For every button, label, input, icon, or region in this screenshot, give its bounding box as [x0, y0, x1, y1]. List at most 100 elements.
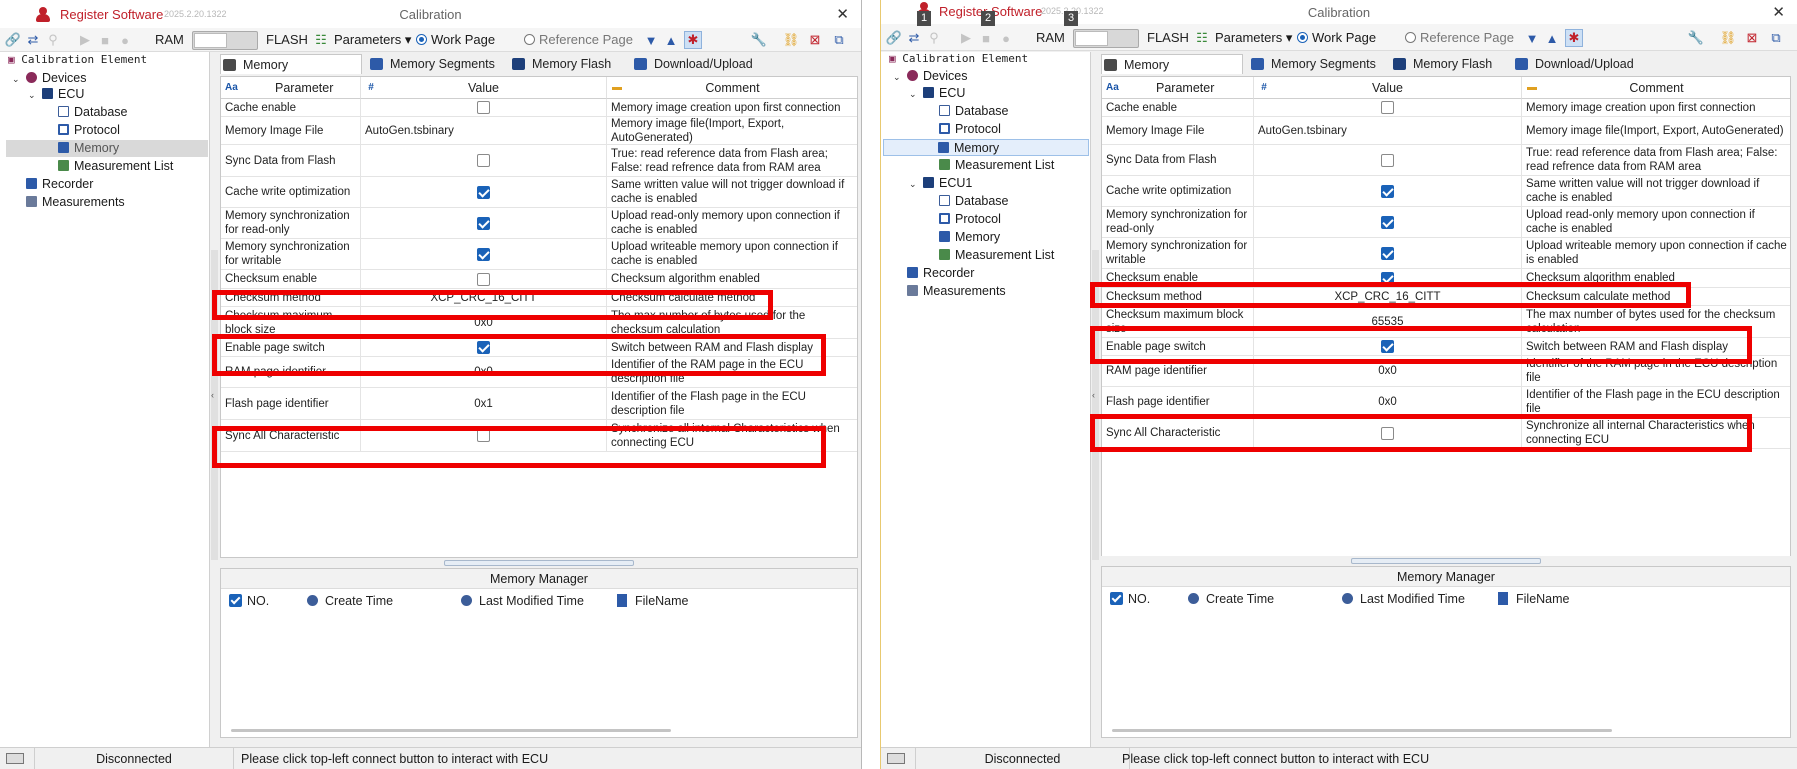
tree-ecu[interactable]: ECU [42, 86, 84, 103]
checkbox[interactable] [1381, 101, 1394, 114]
column-last-modified[interactable]: Last Modified Time [459, 593, 584, 609]
tab-memory-segments[interactable]: Memory Segments [368, 54, 504, 74]
tree-measurements[interactable]: Measurements [26, 194, 125, 211]
column-no[interactable]: NO. [227, 593, 269, 609]
column-filename[interactable]: FileName [1496, 591, 1570, 607]
tab-memory-segments[interactable]: Memory Segments [1249, 54, 1385, 74]
tree-measurement-list-ecu1[interactable]: Measurement List [939, 247, 1054, 264]
chevron-down-icon[interactable]: ⌄ [28, 90, 36, 101]
checkbox[interactable] [477, 272, 490, 286]
tree-memory[interactable]: Memory [6, 140, 208, 157]
checkbox[interactable] [477, 101, 490, 114]
tree-recorder[interactable]: Recorder [907, 265, 974, 282]
debug-bug-icon[interactable]: ✱ [684, 31, 702, 49]
upload-arrow-icon[interactable]: ▲ [662, 31, 680, 49]
tab-download-upload[interactable]: Download/Upload [632, 54, 772, 74]
value-cell[interactable]: 0x1 [361, 388, 607, 420]
checkbox[interactable] [1381, 246, 1394, 260]
tab-memory-flash[interactable]: Memory Flash [1391, 54, 1509, 74]
tree-ecu[interactable]: ECU [923, 85, 965, 102]
tools-icon[interactable]: 🔧 [1687, 29, 1705, 47]
checkbox[interactable] [477, 341, 490, 354]
tree-measurement-list[interactable]: Measurement List [939, 157, 1054, 174]
splitter-handle[interactable] [220, 558, 858, 568]
tree-memory-ecu1[interactable]: Memory [939, 229, 1000, 246]
download-arrow-icon[interactable]: ▼ [642, 31, 660, 49]
link-icon[interactable]: ⇄ [24, 31, 42, 49]
checkbox[interactable] [1381, 215, 1394, 229]
collapse-panel-handle[interactable]: ‹ [211, 250, 218, 560]
collapse-panel-handle[interactable]: ‹ [1092, 250, 1099, 560]
value-cell[interactable]: 0x0 [361, 357, 607, 388]
connect-icon[interactable]: 🔗 [885, 29, 903, 47]
value-cell[interactable]: AutoGen.tsbinary [361, 117, 607, 145]
debug-bug-icon[interactable]: ✱ [1565, 29, 1583, 47]
play-icon[interactable]: ▶ [76, 31, 94, 49]
tree-memory[interactable]: Memory [883, 139, 1089, 156]
tree-ecu1[interactable]: ECU1 [923, 175, 972, 192]
splitter-handle[interactable] [1101, 556, 1791, 566]
ram-flash-toggle[interactable] [1073, 29, 1139, 48]
checkbox[interactable] [1381, 153, 1394, 167]
chevron-down-icon[interactable]: ⌄ [12, 74, 20, 85]
tab-download-upload[interactable]: Download/Upload [1513, 54, 1653, 74]
checkbox[interactable] [1381, 426, 1394, 440]
checkbox[interactable] [477, 247, 490, 261]
checkbox[interactable] [477, 429, 490, 442]
column-filename[interactable]: FileName [615, 593, 689, 609]
tree-protocol[interactable]: Protocol [58, 122, 120, 139]
export-icon[interactable]: ⧉ [1767, 29, 1785, 47]
column-create-time[interactable]: Create Time [305, 593, 393, 609]
value-cell[interactable]: XCP_CRC_16_CITT [1254, 288, 1522, 306]
work-page-radio[interactable]: Work Page [416, 32, 495, 47]
upload-arrow-icon[interactable]: ▲ [1543, 29, 1561, 47]
reference-page-radio[interactable]: Reference Page [524, 32, 633, 47]
clear-icon[interactable]: ⊠ [1743, 29, 1761, 47]
tree-devices[interactable]: Devices [907, 68, 967, 85]
tree-measurements[interactable]: Measurements [907, 283, 1006, 300]
checkbox[interactable] [1381, 184, 1394, 198]
checkbox[interactable] [477, 216, 490, 230]
unlink-icon[interactable]: ⚲ [925, 29, 943, 47]
tree-database[interactable]: Database [939, 103, 1009, 120]
checkbox[interactable] [477, 185, 490, 199]
clear-icon[interactable]: ⊠ [806, 31, 824, 49]
value-cell[interactable]: AutoGen.tsbinary [1254, 117, 1522, 145]
connect-icon[interactable]: 🔗 [4, 31, 22, 49]
column-create-time[interactable]: Create Time [1186, 591, 1274, 607]
horizontal-scrollbar[interactable] [1112, 729, 1612, 732]
close-icon[interactable]: ✕ [836, 5, 849, 23]
chain-icon[interactable]: ⛓ [1719, 29, 1737, 47]
checkbox-icon[interactable] [1110, 592, 1123, 605]
column-last-modified[interactable]: Last Modified Time [1340, 591, 1465, 607]
checkbox[interactable] [477, 154, 490, 167]
download-arrow-icon[interactable]: ▼ [1523, 29, 1541, 47]
value-cell[interactable]: 0x0 [1254, 387, 1522, 418]
tab-memory-configuration[interactable]: Memory Configuration [1101, 54, 1243, 92]
tree-measurement-list[interactable]: Measurement List [58, 158, 173, 175]
unlink-icon[interactable]: ⚲ [44, 31, 62, 49]
value-cell[interactable]: 65535 [1254, 306, 1522, 338]
column-no[interactable]: NO. [1108, 591, 1150, 607]
close-icon[interactable]: ✕ [1772, 3, 1785, 21]
value-cell[interactable]: XCP_CRC_16_CITT [361, 289, 607, 307]
tab-memory-flash[interactable]: Memory Flash [510, 54, 628, 74]
record-icon[interactable]: ● [997, 29, 1015, 47]
tree-protocol[interactable]: Protocol [939, 121, 1001, 138]
tools-icon[interactable]: 🔧 [750, 31, 768, 49]
link-icon[interactable]: ⇄ [905, 29, 923, 47]
parameters-dropdown[interactable]: Parameters ▾ [334, 32, 411, 48]
chevron-down-icon[interactable]: ⌄ [893, 72, 901, 83]
chain-icon[interactable]: ⛓ [782, 31, 800, 49]
reference-page-radio[interactable]: Reference Page [1405, 30, 1514, 45]
tree-database-ecu1[interactable]: Database [939, 193, 1009, 210]
stop-icon[interactable]: ■ [96, 31, 114, 49]
export-icon[interactable]: ⧉ [830, 31, 848, 49]
stop-icon[interactable]: ■ [977, 29, 995, 47]
play-icon[interactable]: ▶ [957, 29, 975, 47]
record-icon[interactable]: ● [116, 31, 134, 49]
parameters-dropdown[interactable]: Parameters ▾ [1215, 30, 1292, 46]
tree-recorder[interactable]: Recorder [26, 176, 93, 193]
checkbox[interactable] [1381, 271, 1394, 285]
work-page-radio[interactable]: Work Page [1297, 30, 1376, 45]
